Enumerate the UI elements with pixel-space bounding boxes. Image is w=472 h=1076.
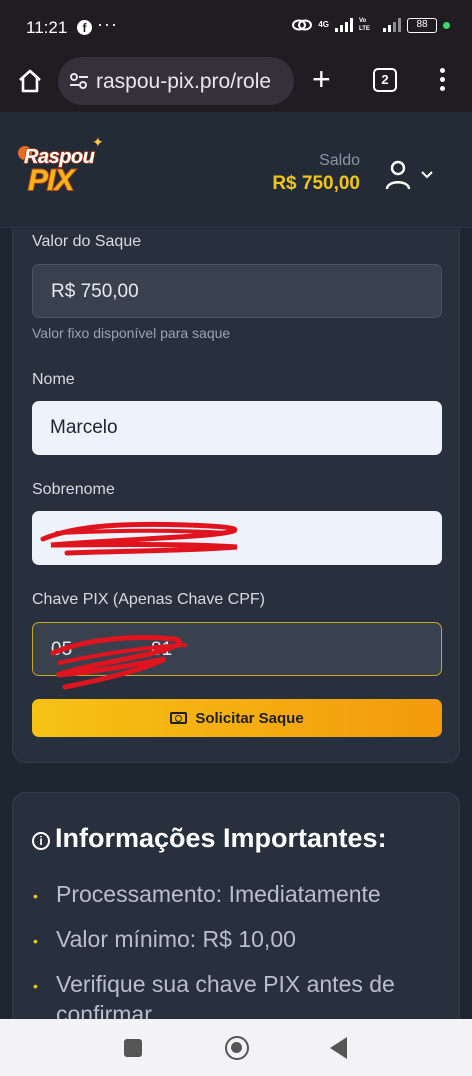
recents-icon[interactable]	[124, 1039, 142, 1057]
tab-switcher-button[interactable]: 2	[373, 68, 397, 92]
name-field[interactable]: Marcelo	[32, 401, 442, 455]
bullet-icon: •	[33, 978, 38, 994]
balance-value: R$ 750,00	[272, 173, 360, 194]
withdraw-form: Valor do Saque R$ 750,00 Valor fixo disp…	[12, 229, 460, 763]
balance-label: Saldo	[319, 152, 360, 169]
menu-icon[interactable]	[434, 68, 450, 94]
home-icon[interactable]	[16, 67, 44, 95]
amount-hint: Valor fixo disponível para saque	[32, 325, 231, 341]
pix-key-field[interactable]: 05 81	[32, 622, 442, 676]
site-header: ✦ Raspou PIX Saldo R$ 750,00	[0, 112, 472, 228]
pix-key-partial-end: 81	[151, 639, 173, 660]
surname-field[interactable]	[32, 511, 442, 565]
raspou-pix-logo[interactable]: ✦ Raspou PIX	[18, 134, 106, 202]
surname-label: Sobrenome	[32, 481, 115, 498]
user-menu-button[interactable]	[384, 158, 436, 192]
more-dots-icon: ···	[97, 14, 118, 34]
home-button-icon[interactable]	[225, 1036, 249, 1060]
address-bar[interactable]: raspou-pix.pro/role	[58, 57, 294, 105]
request-withdraw-label: Solicitar Saque	[195, 709, 304, 727]
volte-badge: Vo LTE	[359, 18, 370, 32]
name-label: Nome	[32, 371, 75, 388]
user-icon	[385, 160, 411, 190]
pix-key-partial: 05	[51, 639, 73, 660]
site-settings-icon[interactable]	[68, 71, 90, 91]
balance-display: Saldo R$ 750,00	[272, 152, 360, 195]
back-icon[interactable]	[330, 1037, 347, 1059]
clock: 11:21	[26, 18, 68, 37]
logo-text-bottom: PIX	[27, 163, 75, 198]
bullet-icon: •	[33, 888, 38, 904]
chevron-down-icon	[421, 171, 433, 179]
link-icon	[292, 19, 313, 31]
info-icon: i	[32, 832, 50, 850]
new-tab-icon[interactable]: +	[312, 63, 331, 95]
facebook-icon: f	[77, 20, 92, 35]
important-info-card: i Informações Importantes: • Processamen…	[12, 792, 460, 1052]
privacy-indicator	[443, 21, 450, 29]
network-type: 4G	[318, 20, 329, 29]
pix-key-label: Chave PIX (Apenas Chave CPF)	[32, 591, 265, 608]
amount-label: Valor do Saque	[32, 233, 142, 250]
url-text[interactable]: raspou-pix.pro/role	[96, 70, 288, 94]
cash-icon	[170, 712, 188, 724]
info-item: • Valor mínimo: R$ 10,00	[33, 924, 433, 954]
bullet-icon: •	[33, 933, 38, 949]
amount-field[interactable]: R$ 750,00	[32, 264, 442, 318]
request-withdraw-button[interactable]: Solicitar Saque	[32, 699, 442, 737]
info-title: Informações Importantes:	[55, 823, 387, 853]
battery-icon: 88	[407, 17, 437, 33]
system-nav-bar	[0, 1019, 472, 1076]
signal-icon	[335, 18, 353, 32]
browser-toolbar: raspou-pix.pro/role + 2	[0, 54, 472, 112]
signal-icon-2	[383, 18, 401, 32]
info-item: • Processamento: Imediatamente	[33, 879, 433, 909]
status-bar: 11:21 f ··· 4G Vo LTE 88	[0, 0, 472, 54]
